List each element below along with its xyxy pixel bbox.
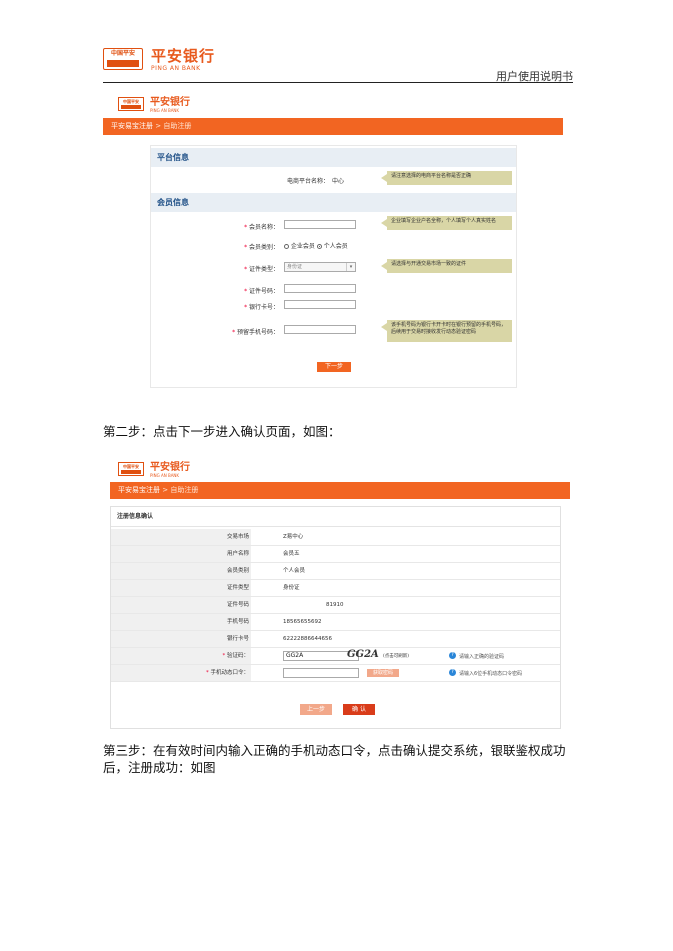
member-name-label: * 会员名称： — [244, 224, 279, 231]
get-otp-button[interactable]: 获取密码 — [367, 669, 399, 677]
nav-title: 平安易宝注册 — [118, 486, 160, 494]
chevron-down-icon: ▾ — [346, 263, 355, 271]
member-section-header: 会员信息 — [151, 193, 516, 212]
card-number-label: * 银行卡号： — [244, 304, 279, 311]
nav-title: 平安易宝注册 — [111, 122, 153, 130]
id-type-select[interactable]: 身份证 ▾ — [284, 262, 356, 272]
confirm-button[interactable]: 确 认 — [343, 704, 375, 715]
captcha-hint: 请输入正确的验证码 — [459, 654, 505, 660]
phone-hint: 该手机号码为银行卡开卡时在银行预留的手机号码，后续用于交易时接收发行动态验证密码 — [381, 320, 512, 342]
nav-breadcrumb[interactable]: > 自助注册 — [162, 486, 198, 494]
info-icon: ? — [449, 652, 456, 659]
registration-form: 平台信息 电商平台名称： 中心 请注意选择的电商平台名称是否正确 会员信息 * … — [150, 145, 517, 388]
platform-label: 电商平台名称： — [286, 178, 329, 185]
otp-row: * 手机动态口令： 获取密码 ? 请输入6位手机动态口令密码 — [111, 665, 560, 682]
enterprise-radio[interactable] — [284, 244, 289, 249]
captcha-refresh-note[interactable]: (点击可刷新) — [383, 653, 409, 659]
confirmation-panel: 注册信息确认 交易市场 Z易中心 用户名称 会员五 会员类别 个人会员 证件类型… — [110, 506, 561, 729]
logo-chinese: 平安银行 — [151, 47, 216, 65]
table-row: 银行卡号 62222886644656 — [111, 631, 560, 648]
registration-nav-bar: 平安易宝注册 > 自助注册 — [103, 118, 563, 135]
card-number-input[interactable] — [284, 300, 356, 309]
otp-label: 手机动态口令： — [210, 670, 249, 676]
captcha-row: * 验证码： GG2A GG2A (点击可刷新) ? 请输入正确的验证码 — [111, 648, 560, 665]
table-row: 用户名称 会员五 — [111, 546, 560, 563]
captcha-image[interactable]: GG2A — [347, 649, 379, 660]
platform-section-header: 平台信息 — [151, 148, 516, 167]
confirm-nav-bar: 平安易宝注册 > 自助注册 — [110, 482, 570, 499]
member-type-options: 企业会员 个人会员 — [284, 241, 348, 250]
table-row: 证件号码 81910 — [111, 597, 560, 614]
table-row: 会员类别 个人会员 — [111, 563, 560, 580]
nav-breadcrumb[interactable]: > 自助注册 — [155, 122, 191, 130]
table-row: 交易市场 Z易中心 — [111, 529, 560, 546]
ping-an-badge-icon: 中国平安 — [118, 462, 144, 476]
platform-value: 中心 — [332, 178, 345, 185]
otp-input[interactable] — [283, 668, 359, 678]
member-name-hint: 企业填写企业户名全称，个人填写个人真实姓名 — [381, 216, 512, 230]
phone-input[interactable] — [284, 325, 356, 334]
ping-an-badge-icon: 中国平安 — [118, 97, 144, 111]
document-header: 中国平安 平安银行 PING AN BANK 用户使用说明书 — [103, 48, 573, 83]
phone-label: * 预留手机号码： — [232, 329, 279, 336]
confirm-bank-logo: 中国平安 平安银行 PING AN BANK — [118, 462, 190, 478]
document-title: 用户使用说明书 — [496, 70, 573, 83]
id-type-label: * 证件类型： — [244, 266, 279, 273]
member-type-label: * 会员类别： — [244, 244, 279, 251]
table-row: 证件类型 身份证 — [111, 580, 560, 597]
table-row: 手机号码 18565655692 — [111, 614, 560, 631]
captcha-label: 验证码： — [226, 653, 249, 659]
platform-hint: 请注意选择的电商平台名称是否正确 — [381, 171, 512, 185]
logo-english: PING AN BANK — [151, 65, 201, 72]
step-three-text: 第三步：在有效时间内输入正确的手机动态口令，点击确认提交系统，银联鉴权成功后，注… — [103, 743, 566, 775]
next-step-button[interactable]: 下一步 — [317, 362, 351, 372]
id-number-input[interactable] — [284, 284, 356, 293]
individual-radio[interactable] — [316, 244, 322, 249]
id-type-hint: 请选择与开通交易市场一致的证件 — [381, 259, 512, 273]
step-two-text: 第二步：点击下一步进入确认页面，如图： — [103, 424, 341, 439]
ping-an-bank-logo: 中国平安 平安银行 PING AN BANK — [103, 48, 215, 72]
info-icon: ? — [449, 669, 456, 676]
ping-an-badge-icon: 中国平安 — [103, 48, 143, 70]
id-number-label: * 证件号码： — [244, 288, 279, 295]
otp-hint: 请输入6位手机动态口令密码 — [459, 671, 523, 677]
form-bank-logo: 中国平安 平安银行 PING AN BANK — [118, 97, 190, 113]
previous-step-button[interactable]: 上一步 — [300, 704, 332, 715]
member-name-input[interactable] — [284, 220, 356, 229]
confirm-title: 注册信息确认 — [111, 507, 560, 527]
